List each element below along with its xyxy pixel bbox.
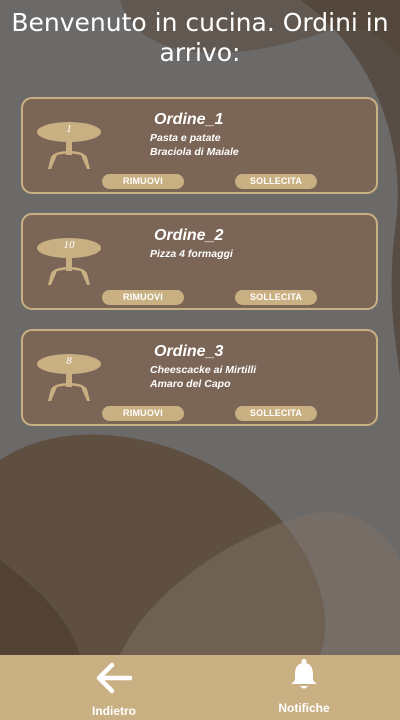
- remove-button[interactable]: RIMUOVI: [102, 290, 184, 305]
- order-card: 8 Ordine_3 Cheescacke ai Mirtilli Amaro …: [21, 329, 378, 426]
- order-title: Ordine_1: [154, 111, 224, 128]
- back-button[interactable]: Indietro: [54, 655, 174, 720]
- bottom-nav: Indietro Notifiche: [0, 655, 400, 720]
- remove-button[interactable]: RIMUOVI: [102, 406, 184, 421]
- table-number: 10: [63, 239, 75, 251]
- order-item: Amaro del Capo: [150, 378, 231, 390]
- order-title: Ordine_2: [154, 227, 224, 244]
- remove-button[interactable]: RIMUOVI: [102, 174, 184, 189]
- page-title: Benvenuto in cucina. Ordini in arrivo:: [11, 8, 389, 67]
- order-item: Pasta e patate: [150, 132, 221, 144]
- back-label: Indietro: [92, 704, 136, 718]
- notifications-button[interactable]: Notifiche: [244, 655, 364, 720]
- table-number: 8: [66, 355, 72, 367]
- order-item: Pizza 4 formaggi: [150, 248, 233, 260]
- order-items: Pasta e patate Braciola di Maiale: [150, 131, 239, 159]
- urge-button[interactable]: SOLLECITA: [235, 174, 317, 189]
- table-number: 1: [66, 123, 72, 135]
- arrow-left-icon: [96, 662, 133, 694]
- order-items: Cheescacke ai Mirtilli Amaro del Capo: [150, 363, 256, 391]
- order-card: 10 Ordine_2 Pizza 4 formaggi RIMUOVI SOL…: [21, 213, 378, 310]
- order-item: Cheescacke ai Mirtilli: [150, 364, 257, 376]
- urge-button[interactable]: SOLLECITA: [235, 290, 317, 305]
- order-title: Ordine_3: [154, 343, 224, 360]
- notifications-label: Notifiche: [278, 701, 330, 715]
- bell-icon: [291, 659, 317, 689]
- order-card: 1 Ordine_1 Pasta e patate Braciola di Ma…: [21, 97, 378, 194]
- urge-button[interactable]: SOLLECITA: [235, 406, 317, 421]
- order-item: Braciola di Maiale: [150, 146, 239, 158]
- order-items: Pizza 4 formaggi: [150, 247, 233, 261]
